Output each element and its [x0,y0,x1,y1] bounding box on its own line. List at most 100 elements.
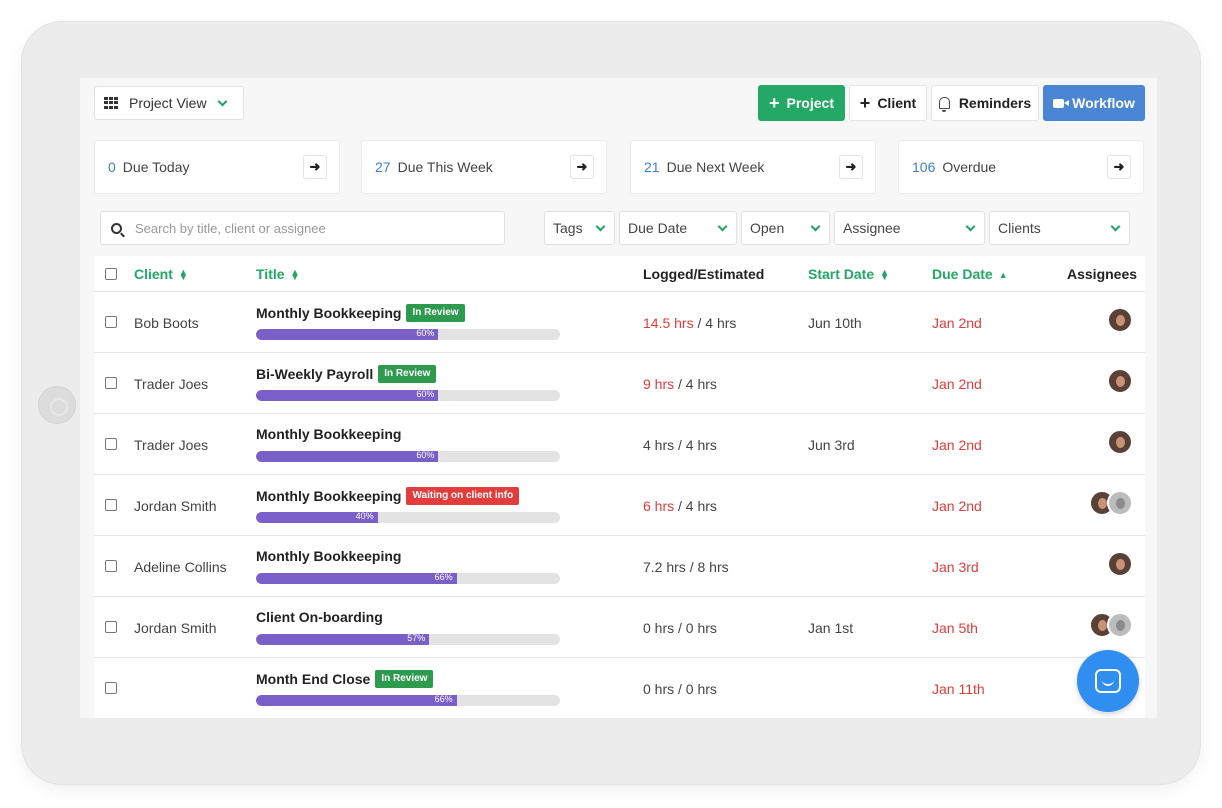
chevron-down-icon [810,221,821,231]
arrow-right-icon[interactable]: ➜ [570,155,594,179]
progress-bar: 60% [256,451,560,462]
overdue-count: 106 [912,159,936,175]
due-today-card[interactable]: 0 Due Today ➜ [94,140,340,194]
due-date-cell: Jan 2nd [932,498,982,514]
table-row[interactable]: Bob Boots Monthly Bookkeeping In Review 60%… [94,292,1145,353]
due-next-week-count: 21 [644,159,660,175]
title-cell[interactable]: Monthly Bookkeeping In Review [256,304,465,322]
estimated-hours: / 0 hrs [678,620,717,636]
avatar[interactable] [1107,429,1133,455]
tags-filter[interactable]: Tags [544,211,615,245]
estimated-hours: / 4 hrs [678,437,717,453]
assignee-avatars[interactable] [1089,612,1133,638]
title-cell[interactable]: Bi-Weekly Payroll In Review [256,365,437,383]
project-title: Client On-boarding [256,609,383,625]
logged-estimated-cell: 14.5 hrs / 4 hrs [643,315,736,331]
title-cell[interactable]: Client On-boarding [256,609,383,625]
assignee-avatars[interactable] [1107,429,1133,455]
title-cell[interactable]: Monthly Bookkeeping [256,548,401,564]
progress-fill: 66% [256,695,457,706]
workflow-button[interactable]: Workflow [1043,85,1145,121]
add-client-button[interactable]: + Client [849,85,927,121]
row-checkbox[interactable] [105,621,117,633]
reminders-button[interactable]: Reminders [931,85,1039,121]
arrow-right-icon[interactable]: ➜ [303,155,327,179]
progress-bar: 60% [256,390,560,401]
assignee-avatars[interactable] [1089,490,1133,516]
plus-icon: + [859,93,871,113]
table-row[interactable]: Jordan Smith Client On-boarding 57% 0 hrs /… [94,597,1145,658]
table-row[interactable]: Month End Close In Review 66% 0 hrs / 0 hrs… [94,658,1145,718]
row-checkbox[interactable] [105,377,117,389]
column-start-date-header[interactable]: Start Date ▲ ▼ [808,266,889,282]
row-checkbox[interactable] [105,316,117,328]
row-checkbox[interactable] [105,560,117,572]
add-project-button[interactable]: + Project [758,85,845,121]
project-title: Bi-Weekly Payroll [256,366,374,382]
due-next-week-card[interactable]: 21 Due Next Week ➜ [630,140,876,194]
progress-bar: 60% [256,329,560,340]
status-badge: In Review [375,670,434,688]
progress-fill: 60% [256,451,439,462]
progress-bar: 66% [256,573,560,584]
client-cell[interactable]: Trader Joes [134,376,208,392]
project-title: Monthly Bookkeeping [256,305,402,321]
chat-launcher-button[interactable] [1077,650,1139,712]
progress-fill: 60% [256,390,439,401]
progress-bar: 57% [256,634,560,645]
row-checkbox[interactable] [105,682,117,694]
arrow-right-icon[interactable]: ➜ [839,155,863,179]
avatar[interactable] [1107,490,1133,516]
client-cell[interactable]: Jordan Smith [134,498,216,514]
table-row[interactable]: Trader Joes Monthly Bookkeeping 60% 4 hrs /… [94,414,1145,475]
progress-fill: 60% [256,329,439,340]
title-cell[interactable]: Monthly Bookkeeping Waiting on client inf… [256,487,520,505]
filter-bar: Tags Due Date Open Assignee Clients [94,204,1145,252]
sort-icon: ▲ ▼ [178,267,188,283]
progress-fill: 40% [256,512,378,523]
avatar[interactable] [1107,551,1133,577]
overdue-card[interactable]: 106 Overdue ➜ [898,140,1144,194]
project-view-dropdown[interactable]: Project View [94,86,244,120]
row-checkbox[interactable] [105,438,117,450]
assignee-filter[interactable]: Assignee [834,211,985,245]
title-cell[interactable]: Month End Close In Review [256,670,434,688]
arrow-right-icon[interactable]: ➜ [1107,155,1131,179]
client-cell[interactable]: Jordan Smith [134,620,216,636]
table-row[interactable]: Trader Joes Bi-Weekly Payroll In Review 60%… [94,353,1145,414]
due-date-cell: Jan 5th [932,620,978,636]
select-all-checkbox[interactable] [105,268,117,280]
assignee-avatars[interactable] [1107,551,1133,577]
column-title-header[interactable]: Title ▲ ▼ [256,266,299,282]
logged-estimated-cell: 7.2 hrs / 8 hrs [643,559,729,575]
avatar[interactable] [1107,307,1133,333]
logged-hours: 0 hrs [643,620,675,636]
table-row[interactable]: Adeline Collins Monthly Bookkeeping 66% 7.2… [94,536,1145,597]
clients-filter[interactable]: Clients [989,211,1130,245]
search-input[interactable] [135,220,475,236]
logged-hours: 0 hrs [643,681,675,697]
table-row[interactable]: Jordan Smith Monthly Bookkeeping Waiting o… [94,475,1145,536]
due-date-filter[interactable]: Due Date [619,211,737,245]
column-client-header[interactable]: Client ▲ ▼ [134,266,188,282]
search-box[interactable] [100,211,505,245]
due-this-week-card[interactable]: 27 Due This Week ➜ [361,140,607,194]
row-checkbox[interactable] [105,499,117,511]
assignee-avatars[interactable] [1107,307,1133,333]
chevron-down-icon [1110,221,1121,231]
client-cell[interactable]: Adeline Collins [134,559,227,575]
title-cell[interactable]: Monthly Bookkeeping [256,426,401,442]
avatar[interactable] [1107,368,1133,394]
workflow-label: Workflow [1072,95,1135,111]
projects-table: Client ▲ ▼ Title ▲ ▼ Logged/Estimated Start … [94,256,1145,718]
status-filter[interactable]: Open [741,211,830,245]
column-due-date-header[interactable]: Due Date ▲ [932,266,1008,282]
status-filter-label: Open [750,220,785,236]
progress-fill: 66% [256,573,457,584]
column-start-date-label: Start Date [808,266,875,282]
client-cell[interactable]: Bob Boots [134,315,199,331]
assignee-avatars[interactable] [1107,368,1133,394]
due-date-filter-label: Due Date [628,220,688,236]
client-cell[interactable]: Trader Joes [134,437,208,453]
avatar[interactable] [1107,612,1133,638]
